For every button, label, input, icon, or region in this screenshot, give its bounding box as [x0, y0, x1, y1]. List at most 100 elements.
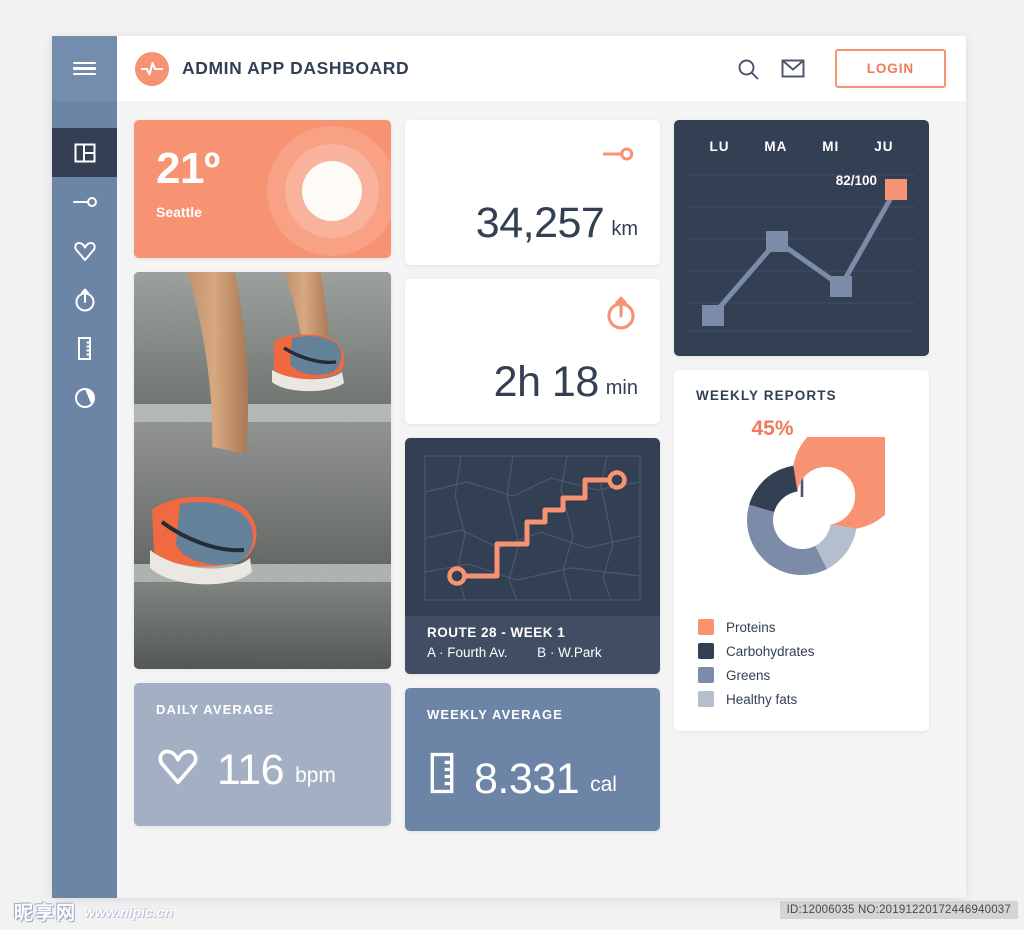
weather-city: Seattle — [156, 204, 202, 220]
chart-annotation: 82/100 — [835, 173, 877, 188]
distance-value-row: 34,257 km — [405, 172, 638, 265]
column-right: LU MA MI JU 82/100 WEEKLY REPORTS 45% Pr… — [674, 120, 929, 731]
daily-average-value-row: 116 bpm — [156, 746, 371, 795]
donut-chart — [674, 437, 929, 603]
legend-item: Carbohydrates — [698, 643, 929, 659]
distance-pin-icon — [72, 194, 98, 210]
duration-value: 2h 18 — [493, 358, 600, 407]
legend-item: Greens — [698, 667, 929, 683]
donut-slice-carbohydrates — [748, 465, 797, 512]
donut-slice-proteins — [792, 437, 885, 529]
chart-marker-highlight — [885, 179, 907, 200]
legend-label: Healthy fats — [726, 691, 798, 707]
distance-card[interactable]: 34,257 km — [405, 120, 660, 265]
stopwatch-icon — [604, 295, 638, 331]
heart-icon — [73, 240, 97, 262]
legend-label: Carbohydrates — [726, 643, 815, 659]
hamburger-menu-icon[interactable] — [52, 36, 117, 101]
legend-swatch-greens — [698, 667, 714, 683]
route-point-b: B · W.Park — [537, 645, 602, 660]
stopwatch-icon — [73, 287, 97, 313]
legend-item: Proteins — [698, 619, 929, 635]
column-left: 21º Seattle DAILY AVERAGE 116 bpm — [134, 120, 391, 826]
chart-day-label: MI — [822, 139, 840, 154]
distance-value: 34,257 — [475, 199, 605, 248]
weekly-average-unit: cal — [590, 773, 617, 796]
chart-day-label: MA — [764, 139, 788, 154]
dashboard-layout-icon — [73, 141, 97, 165]
watermark-site-name: 昵享网 — [14, 903, 78, 924]
dashboard-content: 21º Seattle DAILY AVERAGE 116 bpm 34,257… — [117, 101, 966, 898]
duration-value-row: 2h 18 min — [405, 331, 638, 424]
sidebar-item-dashboard[interactable] — [52, 128, 117, 177]
legend-label: Greens — [726, 667, 771, 683]
topbar-actions: LOGIN — [737, 49, 946, 88]
weekly-reports-title: WEEKLY REPORTS — [696, 388, 837, 403]
chart-marker — [830, 276, 852, 297]
legend-label: Proteins — [726, 619, 776, 635]
legend-swatch-carbohydrates — [698, 643, 714, 659]
chart-day-labels: LU MA MI JU — [688, 136, 915, 154]
hamburger-bar — [73, 67, 96, 70]
weekly-average-value: 8.331 — [474, 755, 580, 804]
ruler-icon — [76, 336, 93, 361]
route-title: ROUTE 28 - WEEK 1 — [427, 625, 566, 640]
mail-icon[interactable] — [781, 59, 805, 78]
hamburger-bar — [73, 72, 96, 76]
donut-slice-greens — [746, 504, 827, 576]
sidebar — [52, 36, 117, 898]
daily-average-card[interactable]: DAILY AVERAGE 116 bpm — [134, 683, 391, 826]
duration-unit: min — [605, 377, 638, 399]
heart-icon — [156, 746, 200, 791]
sidebar-item-heart[interactable] — [52, 226, 117, 275]
legend-swatch-proteins — [698, 619, 714, 635]
route-footer: ROUTE 28 - WEEK 1 A · Fourth Av. B · W.P… — [405, 616, 660, 674]
duration-card[interactable]: 2h 18 min — [405, 279, 660, 424]
daily-average-unit: bpm — [295, 764, 336, 787]
weekly-average-card[interactable]: WEEKLY AVERAGE 8.331 cal — [405, 688, 660, 831]
search-icon[interactable] — [737, 58, 759, 80]
chart-marker — [702, 305, 724, 326]
app-window: ADMIN APP DASHBOARD LOGIN 21º Seattle DA… — [52, 36, 966, 898]
route-map-icon — [405, 438, 660, 616]
page-title: ADMIN APP DASHBOARD — [182, 58, 410, 78]
topbar: ADMIN APP DASHBOARD LOGIN — [117, 36, 966, 101]
login-button[interactable]: LOGIN — [834, 49, 946, 88]
distance-pin-icon — [598, 136, 638, 172]
runner-photo-card — [134, 272, 391, 669]
daily-average-value: 116 — [217, 746, 285, 795]
weekly-average-label: WEEKLY AVERAGE — [427, 707, 564, 722]
hamburger-bar — [73, 61, 96, 65]
watermark-id: ID:12006035 NO:20191220172446940037 — [779, 901, 1018, 919]
weather-temperature: 21º — [156, 144, 220, 193]
legend-item: Healthy fats — [698, 691, 929, 707]
brand: ADMIN APP DASHBOARD — [135, 51, 410, 86]
distance-unit: km — [611, 218, 638, 240]
sidebar-item-ruler[interactable] — [52, 324, 117, 373]
donut-legend: Proteins Carbohydrates Greens Healthy fa… — [674, 603, 929, 707]
daily-average-label: DAILY AVERAGE — [156, 702, 275, 717]
route-endpoints: A · Fourth Av. B · W.Park — [427, 645, 660, 660]
sidebar-item-reports[interactable] — [52, 373, 117, 422]
watermark-site-url: www.nipic.cn — [84, 903, 173, 920]
pie-chart-icon — [73, 386, 97, 410]
column-middle: 34,257 km 2h 18 min ROUTE 28 - WEEK 1 A … — [405, 120, 660, 831]
weather-card[interactable]: 21º Seattle — [134, 120, 391, 258]
chart-day-label: JU — [874, 139, 894, 154]
chart-marker — [766, 231, 788, 252]
weekly-progress-chart-card[interactable]: LU MA MI JU 82/100 — [674, 120, 929, 356]
weekly-reports-card[interactable]: WEEKLY REPORTS 45% Proteins Carbohydrate… — [674, 370, 929, 731]
main-area: ADMIN APP DASHBOARD LOGIN 21º Seattle DA… — [117, 36, 966, 898]
route-point-a: A · Fourth Av. — [427, 645, 508, 660]
legend-swatch-healthy-fats — [698, 691, 714, 707]
runner-legs-on-stairs-photo — [134, 272, 391, 669]
chart-day-label: LU — [709, 139, 730, 154]
sidebar-item-stopwatch[interactable] — [52, 275, 117, 324]
ruler-icon — [427, 751, 457, 800]
watermark-left: 昵享网 www.nipic.cn — [14, 898, 173, 925]
weekly-average-value-row: 8.331 cal — [427, 751, 640, 804]
line-chart-plot: 82/100 — [688, 167, 915, 335]
sidebar-item-distance[interactable] — [52, 177, 117, 226]
route-card[interactable]: ROUTE 28 - WEEK 1 A · Fourth Av. B · W.P… — [405, 438, 660, 674]
